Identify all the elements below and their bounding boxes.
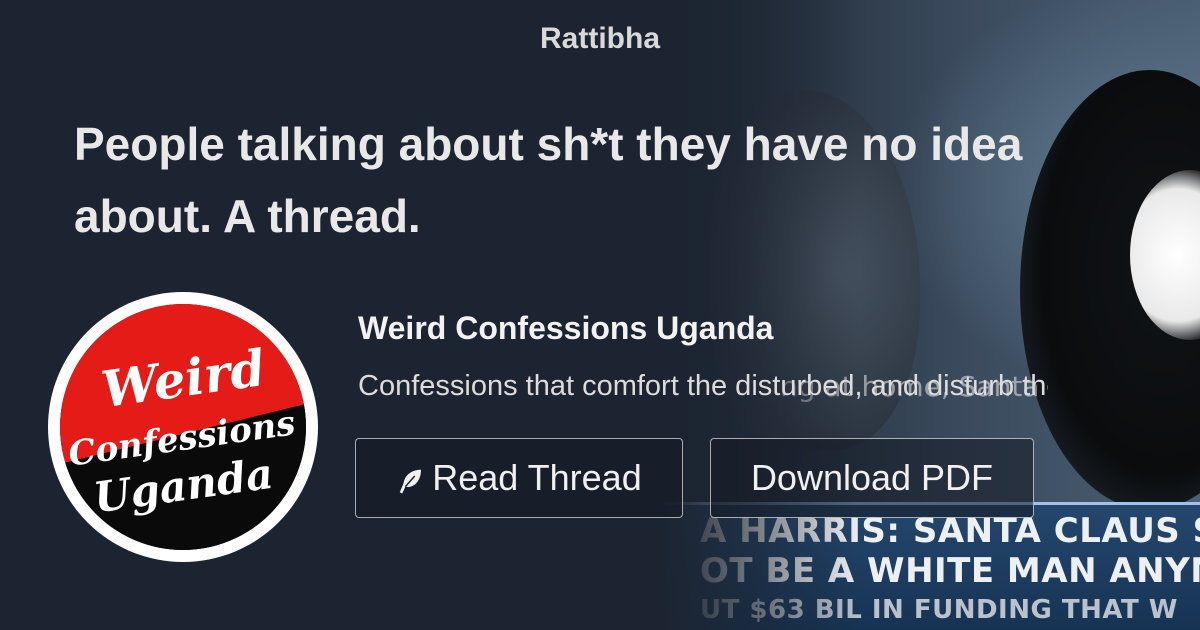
download-pdf-label: Download PDF [750,457,994,498]
read-thread-label: Read Thread [432,457,642,498]
download-pdf-button[interactable]: Download PDF [710,438,1034,518]
site-name: Rattibha [540,22,660,55]
avatar-logo: Weird Confessions Uganda [60,304,306,550]
avatar: Weird Confessions Uganda [48,292,318,562]
read-thread-button[interactable]: Read Thread [355,438,683,518]
thread-title: People talking about sh*t they have no i… [74,118,1023,242]
feather-icon [400,469,422,494]
account-name: Weird Confessions Uganda [358,310,774,346]
account-bio: Confessions that comfort the disturbed, … [358,370,1048,402]
